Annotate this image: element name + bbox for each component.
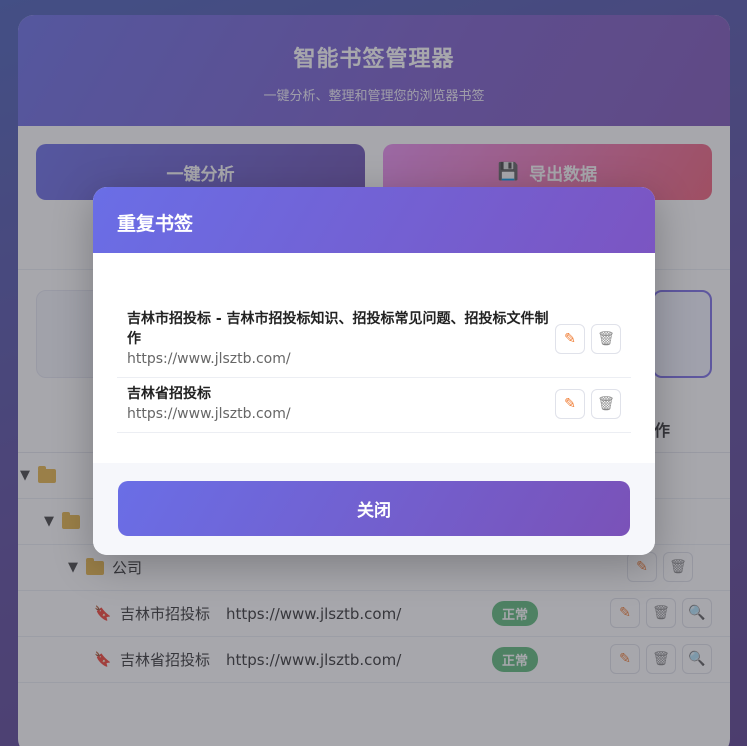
modal-body: 吉林市招投标 - 吉林市招投标知识、招投标常见问题、招投标文件制作 https:… (93, 253, 655, 463)
edit-icon[interactable]: ✎ (555, 389, 585, 419)
duplicate-bookmarks-modal: 重复书签 吉林市招投标 - 吉林市招投标知识、招投标常见问题、招投标文件制作 h… (93, 187, 655, 555)
duplicate-ops: ✎ 🗑 (555, 324, 621, 354)
duplicate-url: https://www.jlsztb.com/ (127, 406, 291, 422)
duplicate-ops: ✎ 🗑 (555, 389, 621, 419)
delete-icon[interactable]: 🗑 (591, 324, 621, 354)
duplicate-item: 吉林省招投标 https://www.jlsztb.com/ ✎ 🗑 (117, 378, 631, 433)
delete-icon[interactable]: 🗑 (591, 389, 621, 419)
edit-icon[interactable]: ✎ (555, 324, 585, 354)
duplicate-title: 吉林省招投标 (127, 386, 211, 402)
duplicate-url: https://www.jlsztb.com/ (127, 351, 291, 367)
duplicate-title: 吉林市招投标 - 吉林市招投标知识、招投标常见问题、招投标文件制作 (127, 311, 549, 347)
close-button[interactable]: 关闭 (118, 481, 630, 536)
modal-footer: 关闭 (93, 463, 655, 555)
modal-title: 重复书签 (93, 187, 655, 253)
duplicate-item: 吉林市招投标 - 吉林市招投标知识、招投标常见问题、招投标文件制作 https:… (117, 303, 631, 378)
